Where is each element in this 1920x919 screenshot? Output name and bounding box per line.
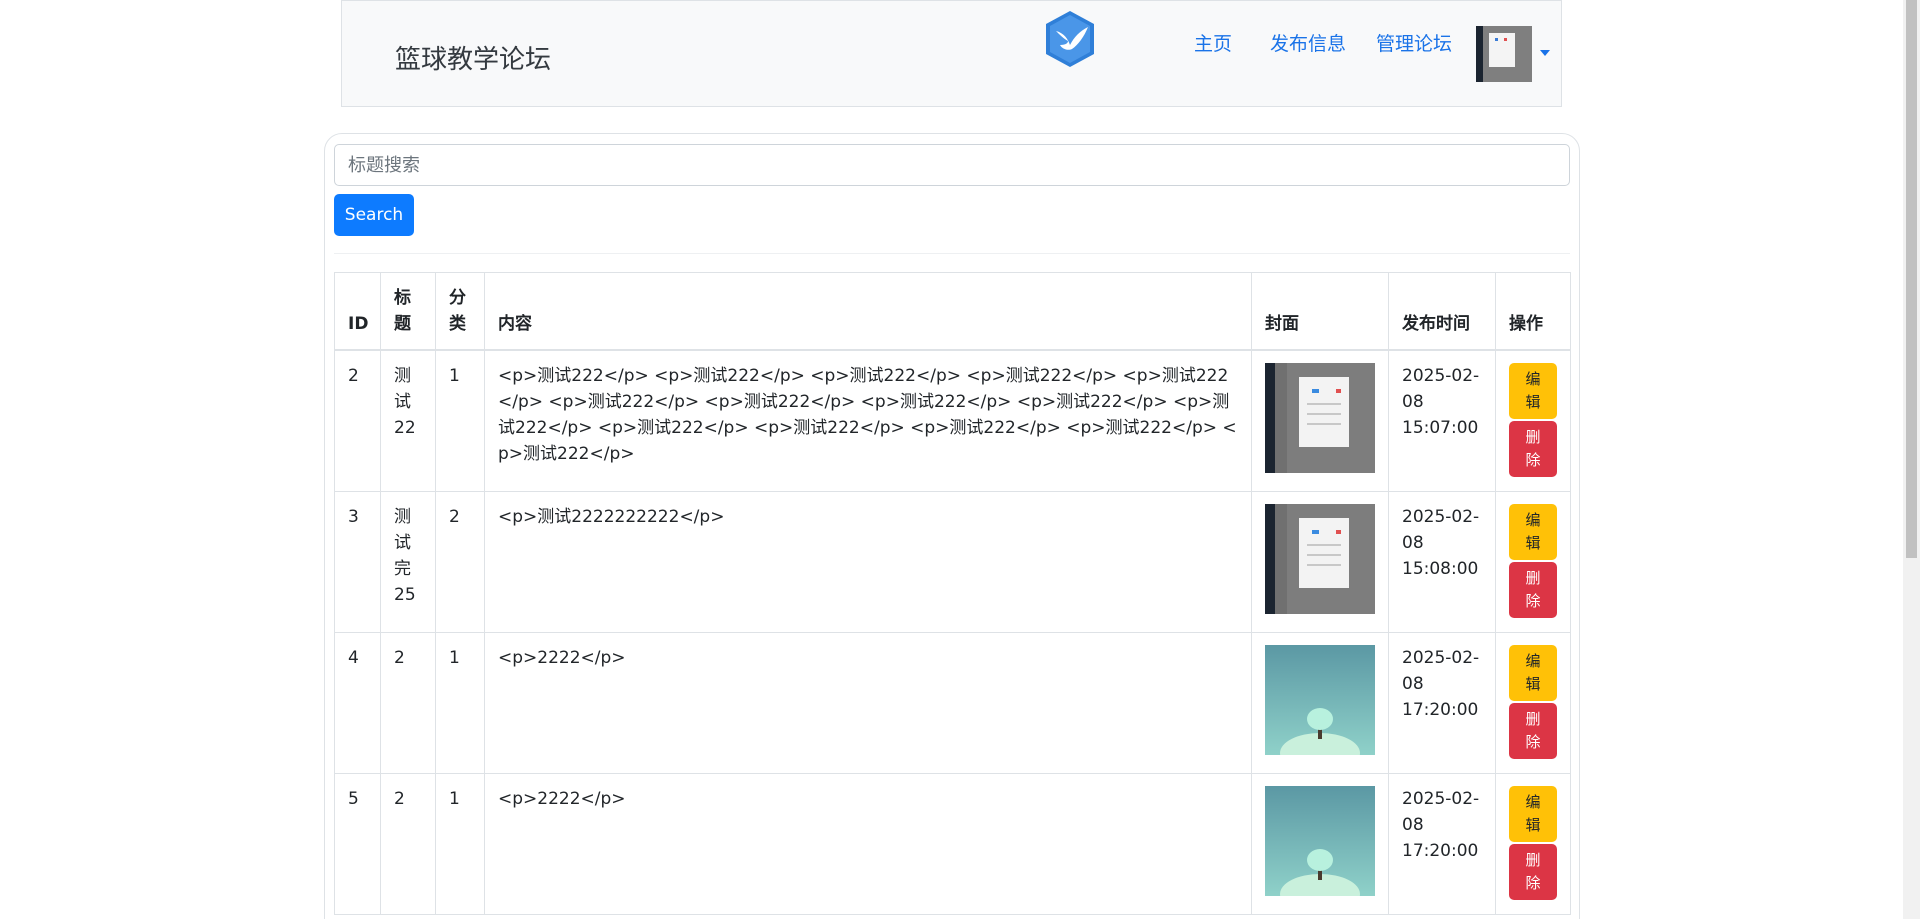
edit-button[interactable]: 编辑 — [1509, 644, 1557, 701]
cell-time: 2025-02-08 17:20:00 — [1388, 772, 1496, 915]
cover-image — [1265, 503, 1375, 614]
top-navbar: 篮球教学论坛 主页 发布信息 管理论坛 — [341, 0, 1562, 107]
column-header-actions: 操作 — [1495, 272, 1571, 351]
table-header-row: ID 标题 分类 内容 封面 发布时间 操作 — [334, 272, 1571, 351]
delete-button[interactable]: 删除 — [1509, 843, 1557, 900]
cell-cover — [1251, 772, 1389, 915]
cell-actions: 编辑 删除 — [1495, 631, 1571, 774]
nav-manage-link[interactable]: 管理论坛 — [1376, 29, 1452, 56]
scrollbar-thumb[interactable] — [1906, 0, 1917, 558]
cell-category: 1 — [435, 349, 485, 492]
cell-time: 2025-02-08 15:07:00 — [1388, 349, 1496, 492]
divider — [334, 253, 1570, 254]
caret-down-icon[interactable] — [1540, 50, 1550, 56]
cell-title: 测试22 — [380, 349, 436, 492]
cell-id: 2 — [334, 349, 381, 492]
cell-title: 2 — [380, 631, 436, 774]
cell-id: 5 — [334, 772, 381, 915]
posts-table: ID 标题 分类 内容 封面 发布时间 操作 2 测试22 1 <p>测试222… — [334, 272, 1571, 915]
nav-publish-link[interactable]: 发布信息 — [1270, 29, 1346, 56]
delete-button[interactable]: 删除 — [1509, 421, 1557, 477]
avatar-page-thumb — [1489, 33, 1515, 67]
table-row: 2 测试22 1 <p>测试222</p> <p>测试222</p> <p>测试… — [334, 349, 1571, 492]
cell-time: 2025-02-08 15:08:00 — [1388, 490, 1496, 633]
cover-image — [1265, 644, 1375, 755]
cell-category: 2 — [435, 490, 485, 633]
cell-id: 4 — [334, 631, 381, 774]
column-header-content: 内容 — [484, 272, 1252, 351]
cell-category: 1 — [435, 631, 485, 774]
nav-home-link[interactable]: 主页 — [1194, 29, 1232, 56]
column-header-id: ID — [334, 272, 381, 351]
cell-title: 测试完25 — [380, 490, 436, 633]
table-row: 5 2 1 <p>2222</p> 2025-02-08 17:20:00 编辑… — [334, 772, 1571, 915]
cell-actions: 编辑 删除 — [1495, 349, 1571, 492]
cell-cover — [1251, 490, 1389, 633]
column-header-category: 分类 — [435, 272, 485, 351]
avatar-dot — [1495, 38, 1498, 41]
cover-image — [1265, 363, 1375, 473]
table-row: 4 2 1 <p>2222</p> 2025-02-08 17:20:00 编辑… — [334, 631, 1571, 774]
cell-content: <p>测试222</p> <p>测试222</p> <p>测试222</p> <… — [484, 349, 1252, 492]
title-search-input[interactable] — [334, 144, 1570, 186]
cell-content: <p>2222</p> — [484, 772, 1252, 915]
edit-button[interactable]: 编辑 — [1509, 363, 1557, 419]
user-avatar[interactable] — [1476, 26, 1532, 82]
column-header-time: 发布时间 — [1388, 272, 1496, 351]
cell-cover — [1251, 631, 1389, 774]
cell-time: 2025-02-08 17:20:00 — [1388, 631, 1496, 774]
cell-cover — [1251, 349, 1389, 492]
cell-actions: 编辑 删除 — [1495, 772, 1571, 915]
site-brand[interactable]: 篮球教学论坛 — [395, 39, 551, 76]
avatar-dot — [1504, 38, 1507, 41]
cell-content: <p>测试2222222222</p> — [484, 490, 1252, 633]
bird-hexagon-icon — [1046, 11, 1094, 67]
column-header-cover: 封面 — [1251, 272, 1389, 351]
avatar-dark-strip — [1476, 26, 1483, 82]
cell-id: 3 — [334, 490, 381, 633]
table-row: 3 测试完25 2 <p>测试2222222222</p> 2025-02-08… — [334, 490, 1571, 633]
cover-image — [1265, 785, 1375, 896]
cell-title: 2 — [380, 772, 436, 915]
delete-button[interactable]: 删除 — [1509, 702, 1557, 759]
column-header-title: 标题 — [380, 272, 436, 351]
cell-content: <p>2222</p> — [484, 631, 1252, 774]
edit-button[interactable]: 编辑 — [1509, 503, 1557, 560]
search-button[interactable]: Search — [334, 194, 414, 236]
cell-category: 1 — [435, 772, 485, 915]
edit-button[interactable]: 编辑 — [1509, 785, 1557, 842]
cell-actions: 编辑 删除 — [1495, 490, 1571, 633]
delete-button[interactable]: 删除 — [1509, 561, 1557, 618]
